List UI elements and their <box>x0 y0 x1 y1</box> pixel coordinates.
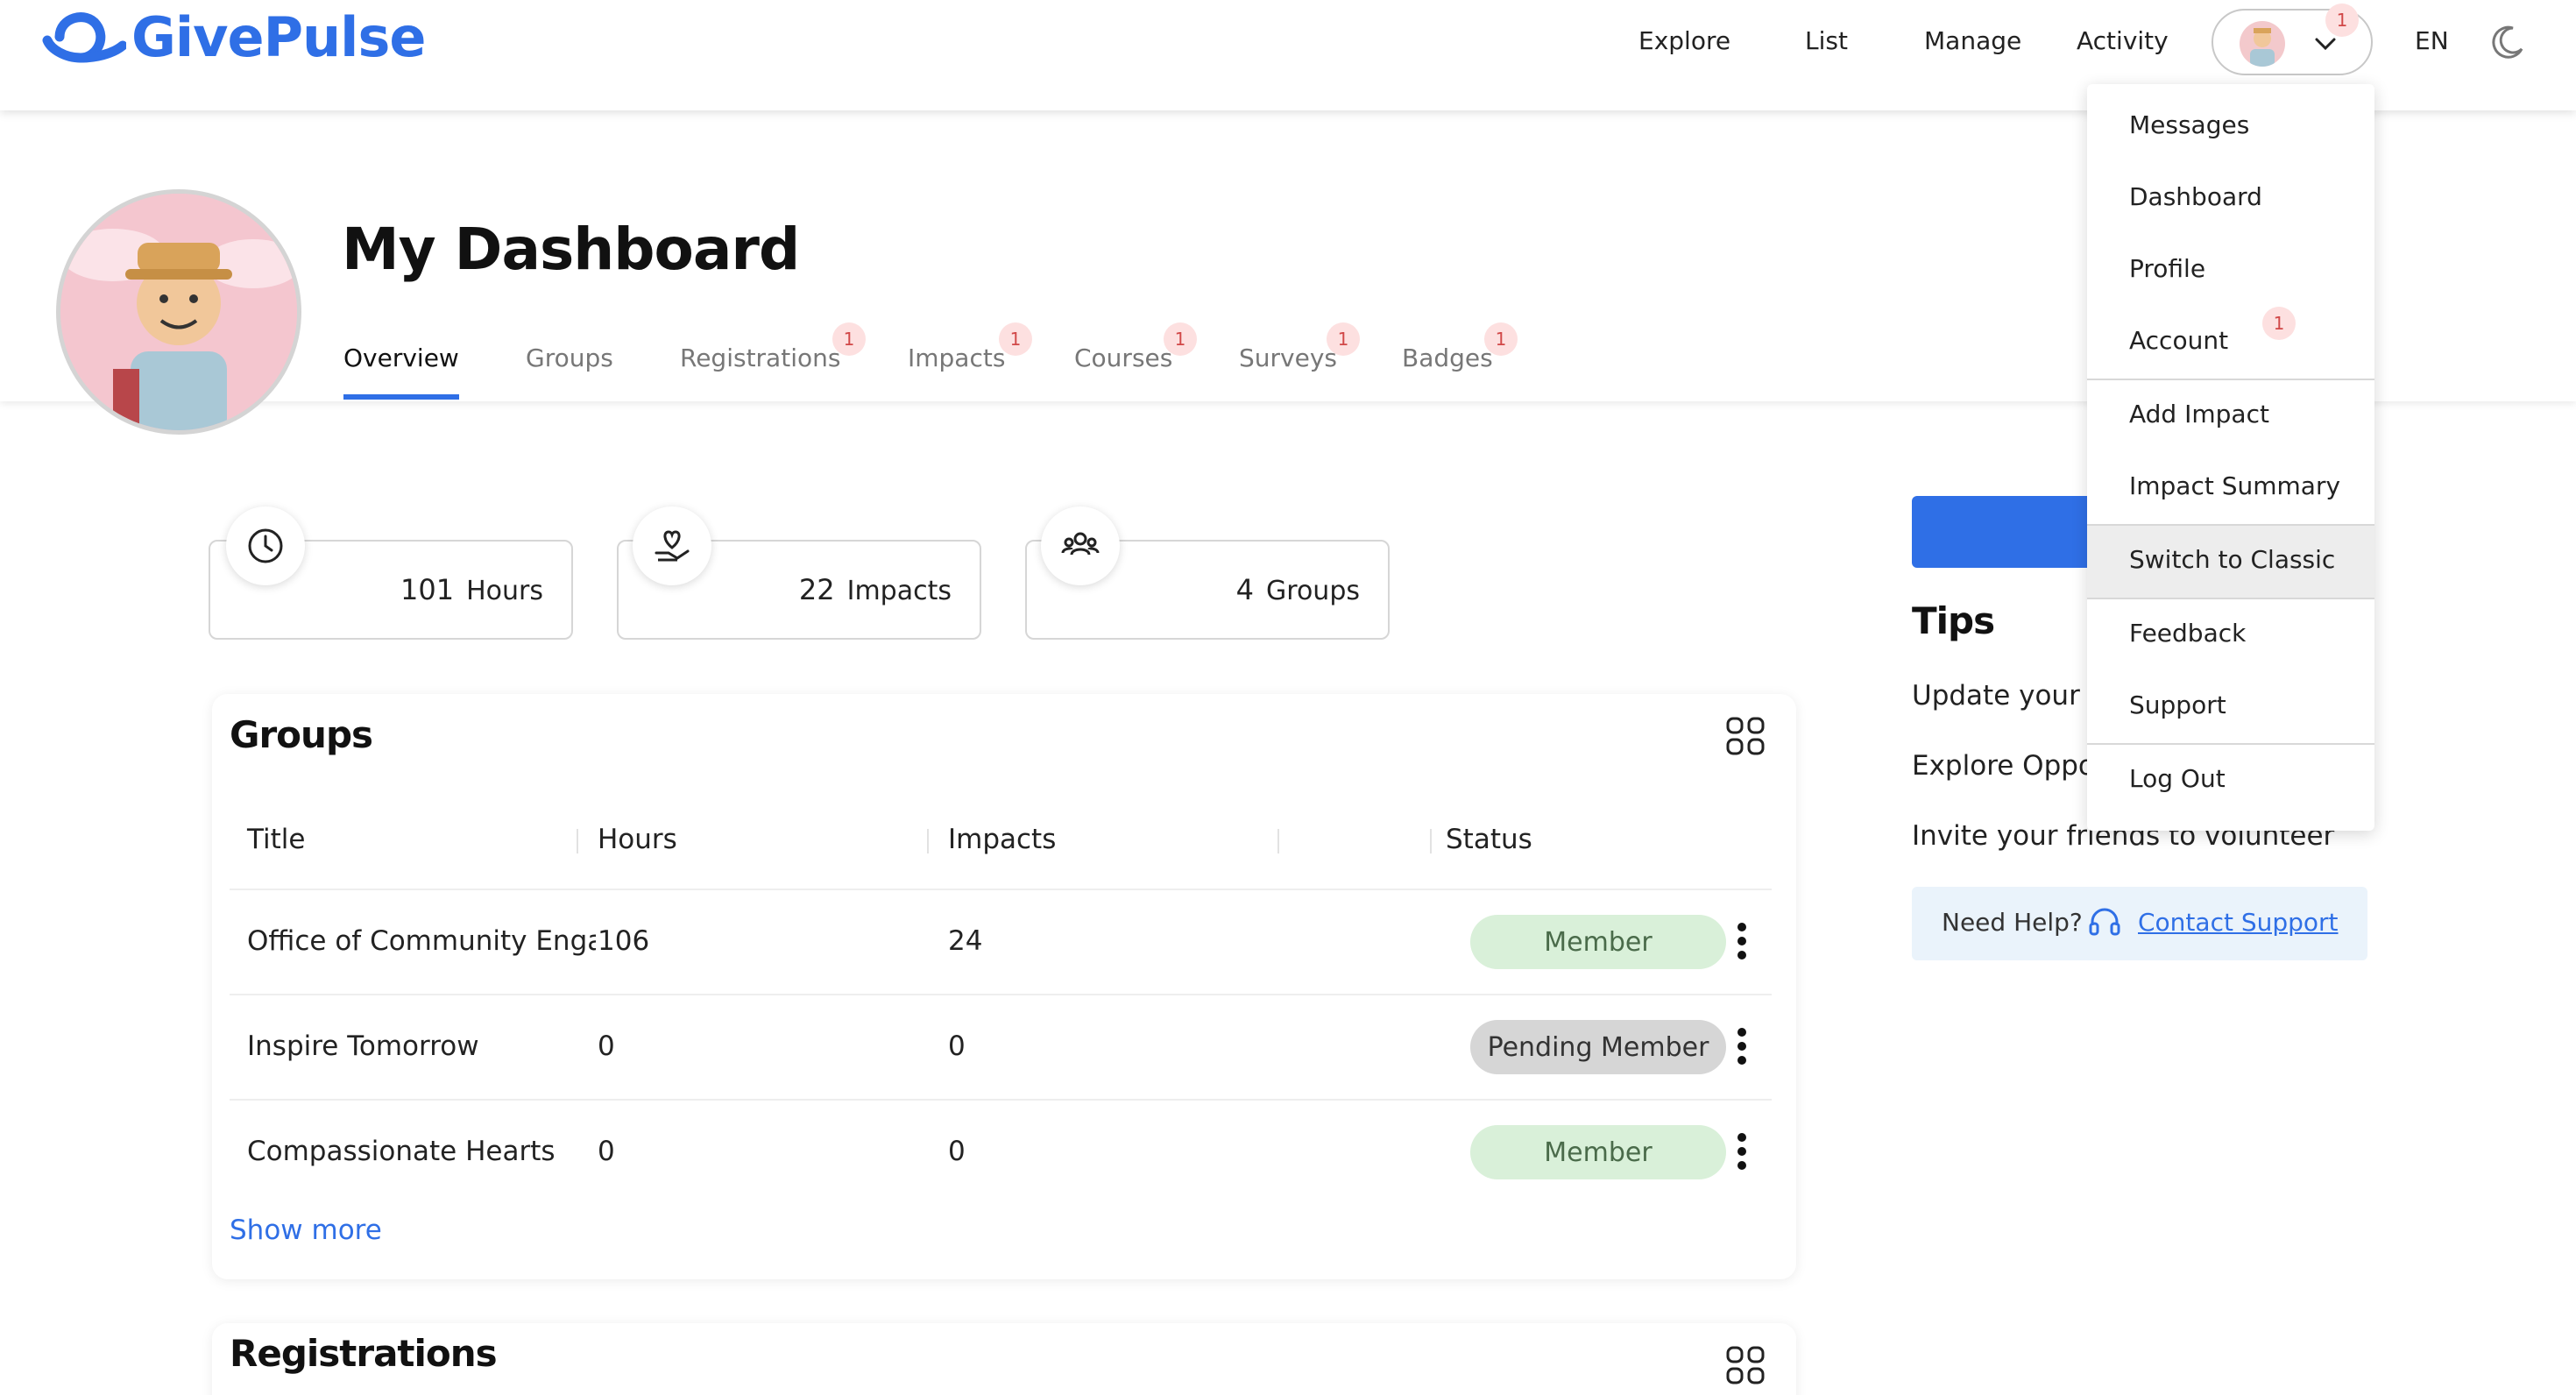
group-hours-cell: 0 <box>598 1136 615 1167</box>
nav-list[interactable]: List <box>1805 26 1848 55</box>
user-notification-badge: 1 <box>2325 4 2359 37</box>
groups-panel-title: Groups <box>230 713 373 756</box>
row-divider <box>230 994 1772 995</box>
help-box: Need Help? Contact Support <box>1912 887 2367 960</box>
help-label: Need Help? <box>1942 908 2083 937</box>
tab-registrations[interactable]: Registrations <box>680 343 840 372</box>
registrations-panel: Registrations <box>212 1323 1796 1395</box>
menu-item-impact-summary[interactable]: Impact Summary <box>2129 471 2340 500</box>
menu-item-switch-to-classic[interactable]: Switch to Classic <box>2129 545 2335 574</box>
headset-icon <box>2089 908 2120 936</box>
grid-icon[interactable] <box>1724 1344 1766 1386</box>
group-impacts-cell: 24 <box>948 925 983 957</box>
groups-value: 4 <box>1235 573 1255 606</box>
givepulse-logo-icon <box>42 12 126 63</box>
more-options-icon[interactable] <box>1735 1132 1749 1171</box>
menu-divider <box>2087 743 2374 745</box>
group-hours-cell: 0 <box>598 1030 615 1062</box>
group-hours-cell: 106 <box>598 925 650 957</box>
impacts-value: 22 <box>798 573 835 606</box>
menu-item-account[interactable]: Account <box>2129 326 2228 355</box>
status-badge: Pending Member <box>1470 1020 1726 1074</box>
language-selector[interactable]: EN <box>2415 26 2449 55</box>
tab-registrations-badge: 1 <box>832 322 866 356</box>
registrations-panel-title: Registrations <box>230 1332 498 1375</box>
status-badge: Member <box>1470 1125 1726 1179</box>
heart-hand-icon <box>633 506 711 585</box>
tab-groups[interactable]: Groups <box>526 343 613 372</box>
column-divider <box>1277 829 1279 853</box>
menu-divider <box>2087 598 2374 599</box>
page-title: My Dashboard <box>342 216 800 283</box>
tab-badges[interactable]: Badges <box>1402 343 1493 372</box>
menu-item-messages[interactable]: Messages <box>2129 110 2249 139</box>
logo-text: GivePulse <box>131 4 426 69</box>
givepulse-logo[interactable]: GivePulse <box>42 4 426 69</box>
column-divider <box>1430 829 1432 853</box>
tab-courses[interactable]: Courses <box>1074 343 1172 372</box>
grid-icon[interactable] <box>1724 715 1766 757</box>
group-title-cell[interactable]: Compassionate Hearts <box>247 1136 556 1167</box>
group-title-cell[interactable]: Office of Community Engagement <box>247 925 596 957</box>
status-badge: Member <box>1470 915 1726 969</box>
tip-update-profile[interactable]: Update your <box>1912 680 2080 712</box>
row-divider <box>230 889 1772 890</box>
tab-surveys-badge: 1 <box>1327 322 1360 356</box>
hours-unit: Hours <box>466 576 543 606</box>
people-icon <box>1041 506 1120 585</box>
col-header-hours[interactable]: Hours <box>598 824 677 855</box>
user-dropdown-menu: Messages Dashboard Profile Account 1 Add… <box>2087 84 2374 831</box>
col-header-title[interactable]: Title <box>247 824 305 855</box>
menu-item-log-out[interactable]: Log Out <box>2129 764 2226 793</box>
tab-impacts[interactable]: Impacts <box>908 343 1005 372</box>
group-title-cell[interactable]: Inspire Tomorrow <box>247 1030 479 1062</box>
tab-overview[interactable]: Overview <box>343 343 459 372</box>
nav-activity[interactable]: Activity <box>2077 26 2169 55</box>
tips-title: Tips <box>1912 599 1995 642</box>
menu-item-profile[interactable]: Profile <box>2129 254 2205 283</box>
menu-divider <box>2087 379 2374 380</box>
col-header-status[interactable]: Status <box>1446 824 1532 855</box>
menu-item-support[interactable]: Support <box>2129 690 2226 719</box>
more-options-icon[interactable] <box>1735 922 1749 960</box>
tab-badges-badge: 1 <box>1484 322 1518 356</box>
avatar <box>2240 21 2285 67</box>
menu-item-feedback[interactable]: Feedback <box>2129 619 2246 648</box>
tab-impacts-badge: 1 <box>999 322 1032 356</box>
tab-courses-badge: 1 <box>1164 322 1197 356</box>
tab-surveys[interactable]: Surveys <box>1239 343 1337 372</box>
nav-manage[interactable]: Manage <box>1924 26 2021 55</box>
more-options-icon[interactable] <box>1735 1027 1749 1066</box>
menu-item-add-impact[interactable]: Add Impact <box>2129 400 2269 428</box>
moon-icon[interactable] <box>2488 23 2527 61</box>
show-more-link[interactable]: Show more <box>230 1214 382 1246</box>
column-divider <box>927 829 929 853</box>
impacts-unit: Impacts <box>846 576 952 606</box>
menu-divider <box>2087 524 2374 526</box>
clock-icon <box>226 506 305 585</box>
menu-item-dashboard[interactable]: Dashboard <box>2129 182 2262 211</box>
column-divider <box>577 829 578 853</box>
active-tab-indicator <box>343 394 459 400</box>
nav-explore[interactable]: Explore <box>1638 26 1730 55</box>
profile-avatar[interactable] <box>56 189 301 435</box>
row-divider <box>230 1099 1772 1101</box>
groups-unit: Groups <box>1266 576 1360 606</box>
group-impacts-cell: 0 <box>948 1030 966 1062</box>
contact-support-link[interactable]: Contact Support <box>2138 908 2339 937</box>
groups-panel: Groups <box>212 694 1796 1279</box>
group-impacts-cell: 0 <box>948 1136 966 1167</box>
tip-explore-opportunities[interactable]: Explore Opport <box>1912 750 2117 782</box>
col-header-impacts[interactable]: Impacts <box>948 824 1056 855</box>
account-notification-badge: 1 <box>2262 307 2296 340</box>
hours-value: 101 <box>400 573 455 606</box>
